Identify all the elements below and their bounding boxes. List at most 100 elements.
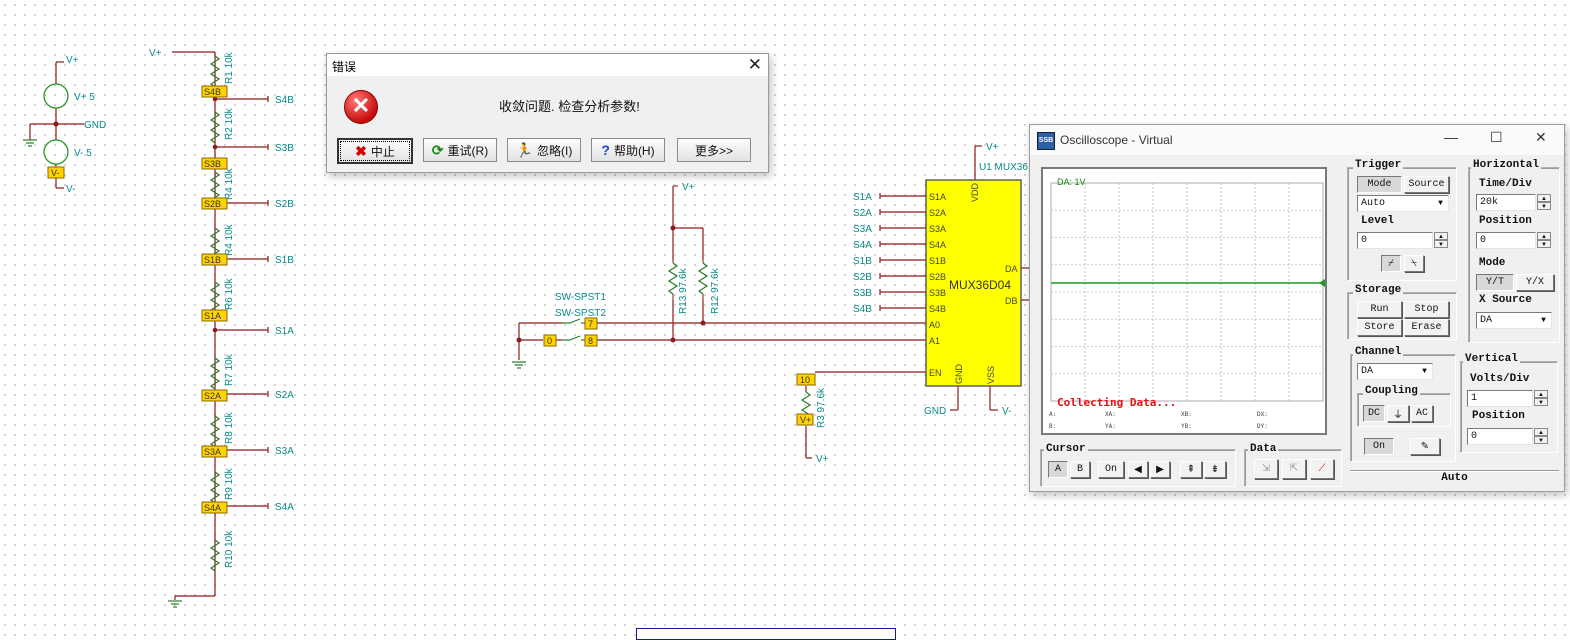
resistor-r13[interactable]: [668, 262, 678, 295]
data-plot-icon[interactable]: ⟋: [1310, 459, 1334, 479]
pen-icon[interactable]: ✎: [1410, 438, 1440, 455]
oscilloscope-title: Oscilloscope - Virtual: [1060, 133, 1173, 147]
mux-pin-label: S4A: [929, 240, 946, 250]
channel-on-button[interactable]: On: [1364, 438, 1394, 455]
horizontal-position-input[interactable]: 0: [1476, 232, 1536, 249]
vertical-position-input[interactable]: 0: [1467, 428, 1533, 445]
oscilloscope-title-bar[interactable]: SSB Oscilloscope - Virtual — ☐ ✕: [1030, 125, 1564, 155]
abort-button[interactable]: ✖ 中止: [337, 138, 413, 164]
mux-pin-label: S3A: [929, 224, 946, 234]
trigger-marker-icon[interactable]: [1319, 279, 1325, 287]
ladder-resistor-label: R7 10k: [224, 353, 235, 386]
mux-vplus-label: V+: [986, 142, 999, 153]
ladder-net-label: S1B: [275, 255, 294, 266]
time-div-stepper[interactable]: ▲ ▼: [1537, 194, 1551, 211]
auto-button[interactable]: Auto: [1350, 471, 1559, 486]
ladder-net-label: S2A: [275, 390, 294, 401]
volts-div-stepper[interactable]: ▲ ▼: [1534, 390, 1548, 407]
cursor-left-icon[interactable]: ◀: [1128, 461, 1148, 478]
data-import-icon[interactable]: ⇲: [1254, 459, 1278, 479]
vminus-source-symbol[interactable]: [43, 139, 69, 165]
mux-pin-vss: VSS: [986, 366, 996, 384]
x-source-select[interactable]: DA ▼: [1476, 312, 1552, 329]
mode-yx-button[interactable]: Y/X: [1516, 274, 1554, 291]
chevron-down-icon: ▼: [1438, 199, 1443, 208]
mux-pin-label: A0: [929, 320, 940, 330]
cursor-on-button[interactable]: On: [1098, 461, 1124, 478]
svg-text:7: 7: [588, 319, 593, 329]
store-button[interactable]: Store: [1357, 319, 1402, 336]
scope-graticule: [1050, 182, 1325, 402]
r3-label: R3 97.6k: [816, 387, 827, 428]
ladder-net-label: S3B: [275, 143, 294, 154]
coupling-dc-button[interactable]: DC: [1363, 405, 1385, 422]
cursor-up-icon[interactable]: ⇞: [1180, 461, 1202, 478]
svg-text:V+: V+: [800, 415, 811, 425]
channel-select[interactable]: DA ▼: [1357, 363, 1433, 380]
mux-gnd-label: GND: [924, 406, 946, 417]
run-button[interactable]: Run: [1357, 301, 1402, 318]
switch-symbols[interactable]: [562, 318, 585, 341]
coupling-ac-button[interactable]: AC: [1411, 405, 1433, 422]
resistor-r12[interactable]: [698, 262, 708, 295]
sw-spst2-label: SW-SPST2: [555, 308, 606, 319]
time-div-input[interactable]: 20k: [1476, 194, 1536, 211]
gnd-label: GND: [84, 120, 106, 131]
trigger-level-stepper[interactable]: ▲ ▼: [1434, 232, 1448, 249]
ladder-net-label: S4A: [275, 502, 294, 513]
partial-window-edge: [636, 628, 896, 640]
mux-pin-label: S2A: [929, 208, 946, 218]
running-man-icon: 🏃: [515, 141, 534, 158]
trigger-mode-select[interactable]: Auto ▼: [1357, 195, 1449, 212]
help-button[interactable]: ? 帮助(H): [591, 138, 665, 162]
vertical-position-stepper[interactable]: ▲ ▼: [1534, 428, 1548, 445]
stop-button[interactable]: Stop: [1404, 301, 1449, 318]
ladder-resistor-label: R9 10k: [224, 467, 235, 500]
mux-pin-da: DA: [1005, 264, 1018, 274]
volts-div-input[interactable]: 1: [1467, 390, 1533, 407]
ladder-node-tag-label: S3A: [204, 447, 221, 457]
dialog-title-bar[interactable]: 错误 ✕: [327, 54, 768, 76]
ignore-button[interactable]: 🏃 忽略(I): [507, 138, 581, 162]
trigger-level-input[interactable]: 0: [1357, 232, 1433, 249]
close-icon[interactable]: ✕: [1535, 129, 1547, 146]
mux-pin-db: DB: [1005, 296, 1018, 306]
cursor-right-icon[interactable]: ▶: [1150, 461, 1170, 478]
cursor-down-icon[interactable]: ⇟: [1204, 461, 1226, 478]
dialog-message: 收敛问题. 检查分析参数!: [499, 99, 640, 114]
retry-button[interactable]: ⟳ 重试(R): [423, 138, 497, 162]
collecting-status: Collecting Data...: [1057, 396, 1177, 409]
erase-button[interactable]: Erase: [1404, 319, 1449, 336]
data-export-icon[interactable]: ⇱: [1282, 459, 1306, 479]
chevron-down-icon: ▼: [1422, 367, 1427, 376]
coupling-gnd-icon[interactable]: ⏚: [1387, 405, 1409, 422]
cursor-b-button[interactable]: B: [1070, 461, 1090, 478]
mux-pin-vdd: VDD: [970, 182, 980, 202]
dialog-close-button[interactable]: ✕: [748, 55, 762, 75]
ladder-net-label: S2B: [275, 199, 294, 210]
maximize-icon[interactable]: ☐: [1490, 129, 1503, 146]
falling-edge-icon[interactable]: ⍀: [1404, 255, 1424, 272]
mode-yt-button[interactable]: Y/T: [1476, 274, 1514, 291]
horizontal-position-stepper[interactable]: ▲ ▼: [1537, 232, 1551, 249]
mux-net-label: S1A: [853, 192, 872, 203]
mux-vminus-label: V-: [1002, 406, 1011, 417]
mux-pin-label: S4B: [929, 304, 946, 314]
cursor-a-button[interactable]: A: [1048, 461, 1068, 478]
vplus-source-symbol[interactable]: [43, 83, 69, 109]
ladder-node-tag-label: S4B: [204, 87, 221, 97]
trigger-source-button[interactable]: Source: [1404, 176, 1449, 193]
dialog-title: 错误: [332, 60, 357, 74]
error-dialog: 错误 ✕ ✕ 收敛问题. 检查分析参数! ✖ 中止 ⟳ 重试(R) 🏃 忽略(I…: [326, 53, 769, 173]
more-button[interactable]: 更多>>: [677, 138, 751, 162]
r13-label: R13 97.6k: [678, 267, 689, 314]
minimize-icon[interactable]: —: [1444, 129, 1458, 145]
trigger-mode-button[interactable]: Mode: [1357, 176, 1402, 193]
ladder-node-tag-label: S3B: [204, 159, 221, 169]
mux-net-label: S4A: [853, 240, 872, 251]
ladder-resistor-label: R10 10k: [224, 530, 235, 568]
vminus-label: V-: [66, 184, 75, 195]
oscilloscope-screen[interactable]: DA: 1V Collecting Data... A: XA: XB: DX:…: [1041, 167, 1327, 435]
mux-net-label: S4B: [853, 304, 872, 315]
rising-edge-icon[interactable]: ⌿: [1381, 255, 1401, 272]
